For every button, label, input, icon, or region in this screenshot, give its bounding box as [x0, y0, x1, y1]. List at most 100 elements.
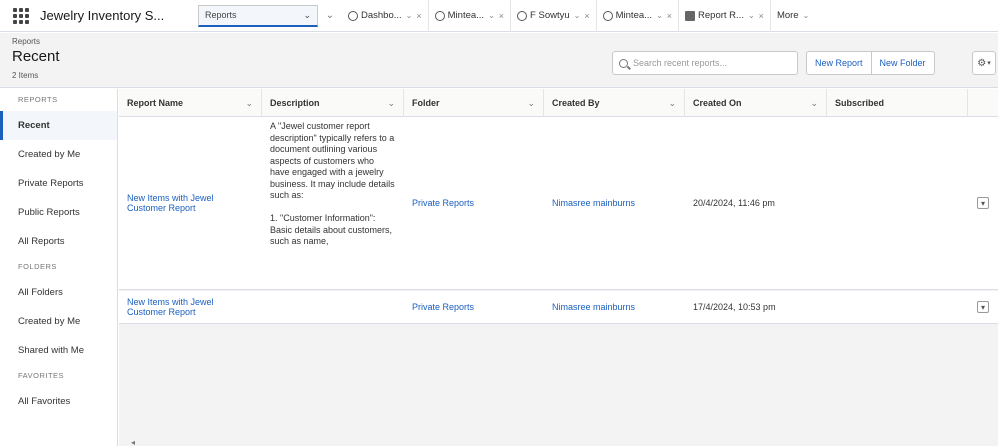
column-header-report-name[interactable]: Report Name ⌄	[119, 89, 262, 117]
chevron-down-icon[interactable]: ⌄	[574, 11, 581, 20]
dashboard-icon	[602, 10, 613, 21]
report-name-link[interactable]: New Items with Jewel Customer Report	[119, 117, 262, 289]
sidebar-item-created-by-me[interactable]: Created by Me	[0, 140, 117, 169]
scroll-left-icon[interactable]: ◂	[131, 438, 135, 446]
close-icon[interactable]: ×	[499, 11, 504, 21]
chevron-down-icon: ⌄	[802, 11, 810, 20]
object-selector[interactable]: Reports ⌄	[198, 4, 318, 27]
subscribed-value	[827, 291, 968, 323]
folder-link[interactable]: Private Reports	[404, 117, 544, 289]
breadcrumb[interactable]: Reports	[12, 37, 40, 46]
search-icon	[619, 58, 628, 68]
column-header-label: Subscribed	[835, 98, 885, 108]
more-tabs-button[interactable]: More ⌄	[771, 0, 815, 32]
sidebar-item-all-folders[interactable]: All Folders	[0, 278, 117, 307]
object-selector-label: Reports	[205, 10, 237, 20]
report-icon	[685, 10, 696, 21]
dashboard-icon	[517, 10, 528, 21]
chevron-down-icon[interactable]: ⌄	[406, 11, 413, 20]
sidebar-section-title: FOLDERS	[18, 262, 57, 271]
chevron-down-icon[interactable]: ⌄	[527, 98, 535, 109]
settings-button[interactable]: ⚙ ▾	[972, 51, 996, 75]
reports-table: Report Name ⌄ Description ⌄ Folder ⌄ Cre…	[119, 89, 998, 446]
subscribed-value	[827, 117, 968, 289]
created-by-link[interactable]: Nimasree mainburns	[544, 291, 685, 323]
report-description: A "Jewel customer report description" ty…	[270, 121, 395, 246]
row-actions-cell: ▾	[968, 117, 998, 289]
column-header-description[interactable]: Description ⌄	[262, 89, 404, 117]
row-actions-cell: ▾	[968, 291, 998, 323]
table-header: Report Name ⌄ Description ⌄ Folder ⌄ Cre…	[119, 89, 998, 117]
close-icon[interactable]: ×	[416, 11, 421, 21]
column-header-created-by[interactable]: Created By ⌄	[544, 89, 685, 117]
table-row: New Items with Jewel Customer Report Pri…	[119, 291, 998, 324]
column-header-label: Folder	[412, 98, 440, 108]
nav-tab-2[interactable]: F Sowtyu ⌄ ×	[511, 0, 597, 32]
close-icon[interactable]: ×	[759, 11, 764, 21]
sidebar-item-private-reports[interactable]: Private Reports	[0, 169, 117, 198]
chevron-down-icon[interactable]: ⌄	[668, 98, 676, 109]
chevron-down-icon[interactable]: ⌄	[810, 98, 818, 109]
page-header: Reports Recent 2 Items Search recent rep…	[0, 33, 998, 88]
created-on-value: 17/4/2024, 10:53 pm	[693, 302, 776, 312]
report-description	[262, 291, 404, 323]
nav-tab-label: F Sowtyu	[530, 10, 570, 21]
chevron-down-icon[interactable]: ⌄	[387, 98, 395, 109]
row-actions-menu-icon[interactable]: ▾	[977, 301, 989, 313]
sidebar: REPORTS Recent Created by Me Private Rep…	[0, 89, 118, 446]
sidebar-item-all-favorites[interactable]: All Favorites	[0, 387, 117, 416]
global-nav-bar: Jewelry Inventory S... Reports ⌄ ⌄ Dashb…	[0, 0, 998, 32]
nav-tab-label: Dashbo...	[361, 10, 402, 21]
sidebar-section-title: REPORTS	[18, 95, 58, 104]
page-title: Recent	[12, 48, 60, 65]
sidebar-section-title: FAVORITES	[18, 371, 65, 380]
item-count: 2 Items	[12, 71, 39, 80]
sidebar-item-folders-created-by-me[interactable]: Created by Me	[0, 307, 117, 336]
chevron-down-icon[interactable]: ⌄	[245, 98, 253, 109]
created-by-link[interactable]: Nimasree mainburns	[544, 117, 685, 289]
more-label: More	[776, 10, 799, 21]
nav-tab-label: Report R...	[698, 10, 744, 21]
column-header-folder[interactable]: Folder ⌄	[404, 89, 544, 117]
search-input[interactable]: Search recent reports...	[612, 51, 798, 75]
sidebar-item-public-reports[interactable]: Public Reports	[0, 198, 117, 227]
column-header-subscribed[interactable]: Subscribed	[827, 89, 968, 117]
chevron-down-icon[interactable]: ⌄	[488, 11, 495, 20]
chevron-down-icon[interactable]: ⌄	[318, 10, 342, 21]
nav-tab-4[interactable]: Report R... ⌄ ×	[679, 0, 771, 32]
chevron-down-icon: ▾	[987, 60, 991, 67]
folder-link[interactable]: Private Reports	[404, 291, 544, 323]
column-header-label: Created By	[552, 98, 600, 108]
app-launcher-icon[interactable]	[12, 7, 30, 25]
nav-tab-3[interactable]: Mintea... ⌄ ×	[597, 0, 680, 32]
column-header-label: Created On	[693, 98, 742, 108]
chevron-down-icon[interactable]: ⌄	[748, 11, 755, 20]
column-header-actions	[968, 89, 998, 117]
search-placeholder: Search recent reports...	[633, 58, 728, 68]
nav-tab-label: Mintea...	[615, 10, 653, 21]
column-header-created-on[interactable]: Created On ⌄	[685, 89, 827, 117]
app-name: Jewelry Inventory S...	[40, 8, 165, 23]
new-folder-button[interactable]: New Folder	[872, 52, 934, 74]
column-header-label: Description	[270, 98, 320, 108]
dashboard-icon	[348, 10, 358, 21]
sidebar-item-recent[interactable]: Recent	[0, 111, 117, 140]
sidebar-item-all-reports[interactable]: All Reports	[0, 227, 117, 256]
close-icon[interactable]: ×	[584, 11, 589, 21]
nav-tab-label: Mintea...	[447, 10, 485, 21]
nav-tab-0[interactable]: Dashbo... ⌄ ×	[342, 0, 429, 32]
close-icon[interactable]: ×	[667, 11, 672, 21]
column-header-label: Report Name	[127, 98, 184, 108]
chevron-down-icon: ⌄	[303, 9, 311, 20]
row-actions-menu-icon[interactable]: ▾	[977, 197, 989, 209]
header-button-group: New Report New Folder	[806, 51, 935, 75]
nav-tab-1[interactable]: Mintea... ⌄ ×	[429, 0, 512, 32]
chevron-down-icon[interactable]: ⌄	[656, 11, 663, 20]
dashboard-icon	[434, 10, 445, 21]
new-report-button[interactable]: New Report	[807, 52, 872, 74]
report-name-link[interactable]: New Items with Jewel Customer Report	[119, 291, 262, 323]
table-row: New Items with Jewel Customer Report A "…	[119, 117, 998, 290]
sidebar-item-shared-with-me[interactable]: Shared with Me	[0, 336, 117, 365]
gear-icon: ⚙	[977, 57, 987, 69]
created-on-value: 20/4/2024, 11:46 pm	[693, 198, 775, 208]
